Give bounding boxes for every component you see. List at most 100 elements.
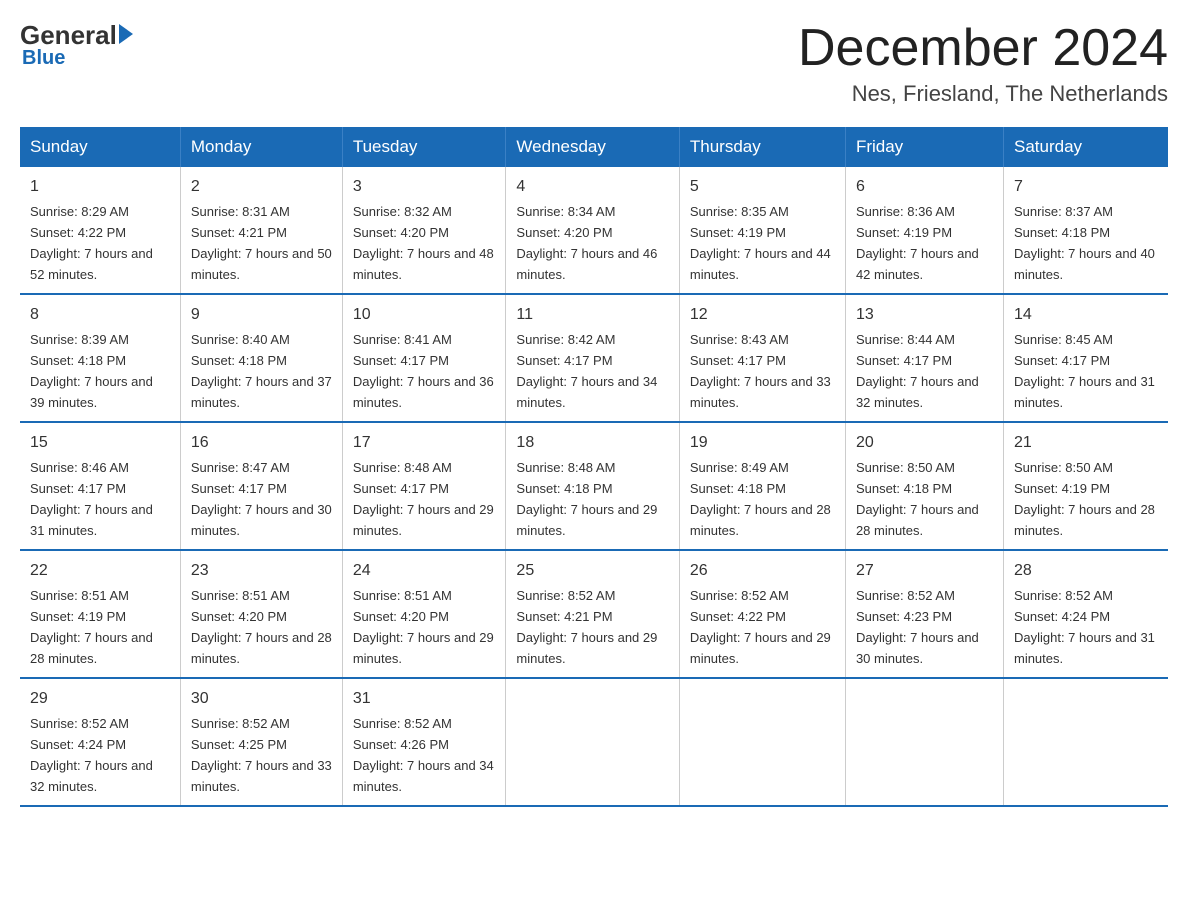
sunset-text: Sunset: 4:19 PM — [856, 225, 952, 240]
calendar-day-cell — [845, 678, 1003, 806]
daylight-text: Daylight: 7 hours and 37 minutes. — [191, 374, 332, 410]
weekday-header-thursday: Thursday — [679, 127, 845, 167]
daylight-text: Daylight: 7 hours and 32 minutes. — [30, 758, 153, 794]
calendar-week-row: 1Sunrise: 8:29 AMSunset: 4:22 PMDaylight… — [20, 167, 1168, 294]
weekday-header-sunday: Sunday — [20, 127, 180, 167]
day-number: 3 — [353, 175, 496, 199]
sunset-text: Sunset: 4:20 PM — [191, 609, 287, 624]
calendar-day-cell: 21Sunrise: 8:50 AMSunset: 4:19 PMDayligh… — [1003, 422, 1168, 550]
daylight-text: Daylight: 7 hours and 28 minutes. — [30, 630, 153, 666]
daylight-text: Daylight: 7 hours and 33 minutes. — [690, 374, 831, 410]
calendar-day-cell: 30Sunrise: 8:52 AMSunset: 4:25 PMDayligh… — [180, 678, 342, 806]
sunset-text: Sunset: 4:23 PM — [856, 609, 952, 624]
daylight-text: Daylight: 7 hours and 33 minutes. — [191, 758, 332, 794]
month-title: December 2024 — [798, 20, 1168, 77]
sunrise-text: Sunrise: 8:44 AM — [856, 332, 955, 347]
sunrise-text: Sunrise: 8:31 AM — [191, 204, 290, 219]
day-number: 27 — [856, 559, 993, 583]
location-subtitle: Nes, Friesland, The Netherlands — [798, 81, 1168, 107]
day-number: 14 — [1014, 303, 1158, 327]
sunset-text: Sunset: 4:17 PM — [353, 481, 449, 496]
sunrise-text: Sunrise: 8:52 AM — [690, 588, 789, 603]
sunset-text: Sunset: 4:21 PM — [516, 609, 612, 624]
sunset-text: Sunset: 4:17 PM — [690, 353, 786, 368]
sunset-text: Sunset: 4:19 PM — [1014, 481, 1110, 496]
daylight-text: Daylight: 7 hours and 28 minutes. — [1014, 502, 1155, 538]
daylight-text: Daylight: 7 hours and 42 minutes. — [856, 246, 979, 282]
sunset-text: Sunset: 4:17 PM — [191, 481, 287, 496]
calendar-day-cell: 7Sunrise: 8:37 AMSunset: 4:18 PMDaylight… — [1003, 167, 1168, 294]
sunrise-text: Sunrise: 8:45 AM — [1014, 332, 1113, 347]
day-number: 12 — [690, 303, 835, 327]
sunrise-text: Sunrise: 8:35 AM — [690, 204, 789, 219]
daylight-text: Daylight: 7 hours and 46 minutes. — [516, 246, 657, 282]
daylight-text: Daylight: 7 hours and 31 minutes. — [1014, 374, 1155, 410]
header: General Blue December 2024 Nes, Frieslan… — [20, 20, 1168, 107]
day-number: 13 — [856, 303, 993, 327]
logo-blue-text: Blue — [22, 47, 65, 70]
calendar-day-cell: 12 Sunrise: 8:43 AM Sunset: 4:17 PM Dayligh… — [679, 294, 845, 422]
calendar-day-cell: 15Sunrise: 8:46 AMSunset: 4:17 PMDayligh… — [20, 422, 180, 550]
calendar-day-cell: 14Sunrise: 8:45 AMSunset: 4:17 PMDayligh… — [1003, 294, 1168, 422]
day-number: 26 — [690, 559, 835, 583]
weekday-header-monday: Monday — [180, 127, 342, 167]
sunrise-text: Sunrise: 8:42 AM — [516, 332, 615, 347]
sunset-text: Sunset: 4:19 PM — [30, 609, 126, 624]
calendar-day-cell: 20Sunrise: 8:50 AMSunset: 4:18 PMDayligh… — [845, 422, 1003, 550]
daylight-text: Daylight: 7 hours and 31 minutes. — [1014, 630, 1155, 666]
sunset-text: Sunset: 4:19 PM — [690, 225, 786, 240]
day-number: 10 — [353, 303, 496, 327]
day-number: 15 — [30, 431, 170, 455]
day-number: 4 — [516, 175, 668, 199]
sunrise-text: Sunrise: 8:43 AM — [690, 332, 789, 347]
day-number: 25 — [516, 559, 668, 583]
calendar-day-cell: 3Sunrise: 8:32 AMSunset: 4:20 PMDaylight… — [342, 167, 506, 294]
calendar-table: SundayMondayTuesdayWednesdayThursdayFrid… — [20, 127, 1168, 807]
calendar-day-cell: 10Sunrise: 8:41 AMSunset: 4:17 PMDayligh… — [342, 294, 506, 422]
weekday-header-saturday: Saturday — [1003, 127, 1168, 167]
day-number: 29 — [30, 687, 170, 711]
daylight-text: Daylight: 7 hours and 52 minutes. — [30, 246, 153, 282]
daylight-text: Daylight: 7 hours and 36 minutes. — [353, 374, 494, 410]
daylight-text: Daylight: 7 hours and 30 minutes. — [191, 502, 332, 538]
calendar-week-row: 22 Sunrise: 8:51 AM Sunset: 4:19 PM Dayligh… — [20, 550, 1168, 678]
sunrise-text: Sunrise: 8:52 AM — [856, 588, 955, 603]
day-number: 19 — [690, 431, 835, 455]
sunrise-text: Sunrise: 8:51 AM — [353, 588, 452, 603]
sunset-text: Sunset: 4:18 PM — [30, 353, 126, 368]
sunset-text: Sunset: 4:20 PM — [353, 225, 449, 240]
day-number: 22 — [30, 559, 170, 583]
sunrise-text: Sunrise: 8:50 AM — [1014, 460, 1113, 475]
sunset-text: Sunset: 4:20 PM — [353, 609, 449, 624]
sunrise-text: Sunrise: 8:49 AM — [690, 460, 789, 475]
daylight-text: Daylight: 7 hours and 29 minutes. — [516, 630, 657, 666]
sunrise-text: Sunrise: 8:52 AM — [1014, 588, 1113, 603]
sunrise-text: Sunrise: 8:52 AM — [30, 716, 129, 731]
weekday-header-row: SundayMondayTuesdayWednesdayThursdayFrid… — [20, 127, 1168, 167]
calendar-week-row: 15 Sunrise: 8:46 AM Sunset: 4:17 PM Dayligh… — [20, 422, 1168, 550]
daylight-text: Daylight: 7 hours and 40 minutes. — [1014, 246, 1155, 282]
sunset-text: Sunset: 4:20 PM — [516, 225, 612, 240]
calendar-day-cell: 1Sunrise: 8:29 AMSunset: 4:22 PMDaylight… — [20, 167, 180, 294]
daylight-text: Daylight: 7 hours and 32 minutes. — [856, 374, 979, 410]
day-number: 18 — [516, 431, 668, 455]
calendar-day-cell: 25 Sunrise: 8:52 AM Sunset: 4:21 PM Dayligh… — [506, 550, 679, 678]
day-number: 9 — [191, 303, 332, 327]
day-number: 20 — [856, 431, 993, 455]
sunrise-text: Sunrise: 8:46 AM — [30, 460, 129, 475]
calendar-day-cell: 4Sunrise: 8:34 AMSunset: 4:20 PMDaylight… — [506, 167, 679, 294]
daylight-text: Daylight: 7 hours and 44 minutes. — [690, 246, 831, 282]
calendar-day-cell — [1003, 678, 1168, 806]
sunrise-text: Sunrise: 8:29 AM — [30, 204, 129, 219]
sunset-text: Sunset: 4:24 PM — [30, 737, 126, 752]
daylight-text: Daylight: 7 hours and 30 minutes. — [856, 630, 979, 666]
calendar-day-cell: 19Sunrise: 8:49 AMSunset: 4:18 PMDayligh… — [679, 422, 845, 550]
calendar-day-cell: 11Sunrise: 8:42 AMSunset: 4:17 PMDayligh… — [506, 294, 679, 422]
sunrise-text: Sunrise: 8:52 AM — [191, 716, 290, 731]
calendar-day-cell: 22Sunrise: 8:51 AMSunset: 4:19 PMDayligh… — [20, 550, 180, 678]
daylight-text: Daylight: 7 hours and 29 minutes. — [353, 630, 494, 666]
daylight-text: Daylight: 7 hours and 34 minutes. — [353, 758, 494, 794]
sunrise-text: Sunrise: 8:52 AM — [516, 588, 615, 603]
daylight-text: Daylight: 7 hours and 28 minutes. — [191, 630, 332, 666]
logo: General Blue — [20, 20, 133, 70]
